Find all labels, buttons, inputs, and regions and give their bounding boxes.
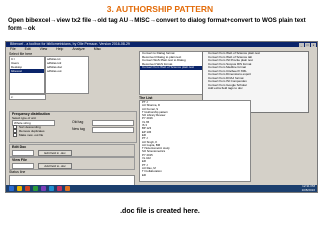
file-list[interactable]: sdfsfas.txt sdfsfas.tx2 sdfsfas.doc sdfs… bbox=[45, 56, 89, 94]
slide-caption: .doc file is created here. bbox=[120, 208, 200, 215]
taskbar-app-icon[interactable] bbox=[9, 186, 14, 191]
dir-item[interactable]: bibexcel bbox=[10, 69, 44, 73]
taskbar-app-icon[interactable] bbox=[41, 186, 46, 191]
instruction-text: Open bibexcel→view tx2 file→old tag AU→M… bbox=[8, 17, 306, 32]
frequency-panel: Frequency distribution Select type of un… bbox=[9, 111, 137, 143]
taskbar-app-icon[interactable] bbox=[49, 186, 54, 191]
old-tag-label: Old tag bbox=[72, 120, 84, 124]
edit-doc-label: Edit Doc bbox=[12, 145, 27, 149]
maximize-button[interactable]: □ bbox=[305, 42, 310, 47]
status-label: Status line bbox=[9, 170, 26, 174]
drive-select[interactable]: c: bbox=[9, 94, 46, 100]
clock-date: 10/8/2016 bbox=[301, 187, 315, 192]
taskbar-app-icon[interactable] bbox=[57, 186, 62, 191]
view-file-panel: View File Add field to .doc bbox=[9, 157, 135, 170]
taskbar-app-icon[interactable] bbox=[33, 186, 38, 191]
edit-doc-button[interactable]: Edit field in .doc bbox=[38, 150, 72, 156]
viewer-line: ER bbox=[142, 172, 146, 177]
taskbar-app-icon[interactable] bbox=[65, 186, 70, 191]
minimize-button[interactable]: _ bbox=[299, 42, 304, 47]
new-tag-input[interactable] bbox=[92, 127, 134, 133]
directory-list[interactable]: C:\ Users Desktop bibexcel bbox=[9, 56, 45, 94]
left-pane: Select file here C:\ Users Desktop bibex… bbox=[6, 51, 138, 192]
slide-title: 3. AUTHORSHIP PATTERN bbox=[106, 4, 214, 14]
app-screenshot: Bibexcel - a toolbox for bibliometrician… bbox=[5, 41, 318, 193]
add-field-button[interactable]: Add field to .doc bbox=[38, 163, 72, 169]
view-file-input[interactable] bbox=[12, 163, 34, 169]
taskbar-app-icon[interactable] bbox=[17, 186, 22, 191]
edit-doc-input[interactable] bbox=[12, 150, 34, 156]
taskbar-clock: 12:31 PM 10/8/2016 bbox=[301, 184, 315, 192]
file-item[interactable]: sdfsfas.out bbox=[46, 69, 88, 73]
file-viewer[interactable]: PT J AU Sharma, D AU Kumar, S TI Authorship… bbox=[139, 100, 251, 182]
old-tag-input[interactable] bbox=[92, 120, 134, 126]
taskbar: 12:31 PM 10/8/2016 bbox=[6, 184, 317, 192]
close-button[interactable]: x bbox=[311, 42, 316, 47]
new-tag-label: New tag bbox=[72, 127, 85, 131]
view-file-label: View File bbox=[12, 158, 27, 162]
taskbar-app-icon[interactable] bbox=[25, 186, 30, 191]
misc-menu-item[interactable]: Add extra field tags to doc bbox=[203, 87, 308, 91]
new-out-file-checkbox[interactable]: Make new .out file bbox=[13, 133, 43, 137]
edit-doc-panel: Edit Doc Edit field in .doc bbox=[9, 144, 135, 157]
